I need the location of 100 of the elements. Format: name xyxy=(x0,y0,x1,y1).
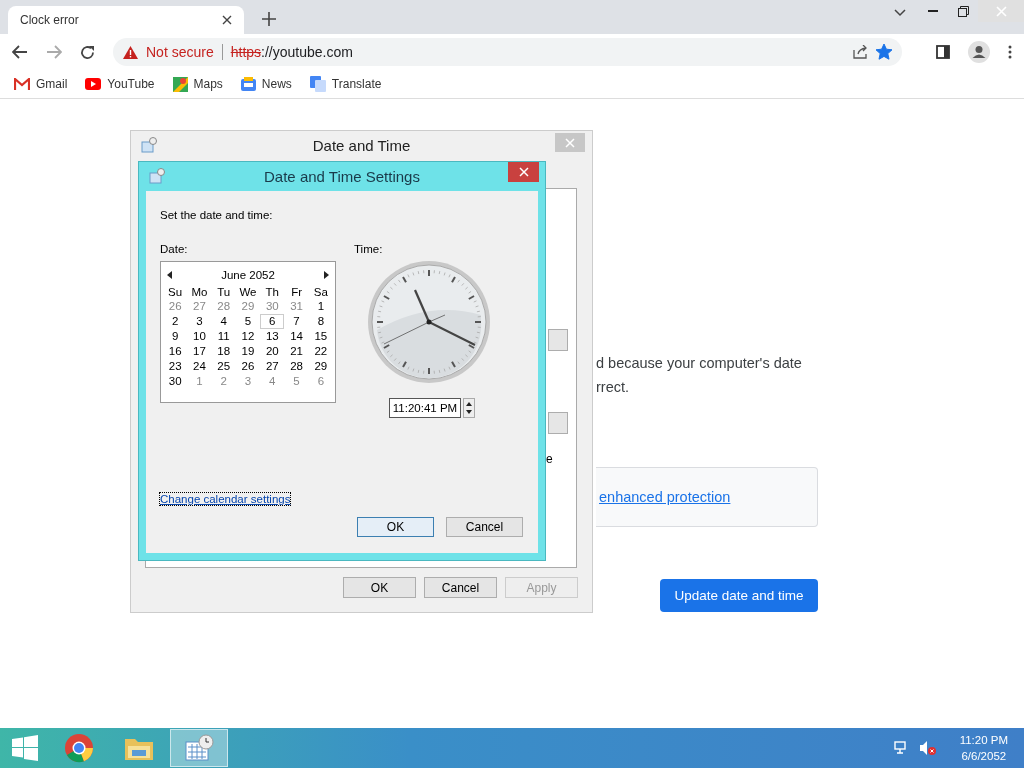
news-icon xyxy=(240,77,256,91)
weekday-label: Mo xyxy=(190,286,209,299)
calendar-day[interactable]: 11 xyxy=(211,329,236,344)
dialog-button[interactable]: Cancel xyxy=(446,517,523,537)
time-field[interactable]: 11:20:41 PM xyxy=(389,398,461,418)
calendar-day[interactable]: 4 xyxy=(211,314,236,329)
calendar-day[interactable]: 5 xyxy=(235,314,261,329)
share-icon[interactable] xyxy=(853,45,868,59)
calendar-day[interactable]: 15 xyxy=(308,329,333,344)
calendar-day[interactable]: 19 xyxy=(235,344,261,359)
calendar-day[interactable]: 18 xyxy=(211,344,236,359)
clock-date[interactable]: 6/6/2052 xyxy=(961,748,1007,764)
error-text: d because your computer's date rrect. xyxy=(596,354,803,397)
profile-icon[interactable] xyxy=(968,41,990,63)
bookmark-link[interactable]: YouTube xyxy=(107,77,155,91)
calendar-day[interactable]: 2 xyxy=(211,374,236,389)
map-icon xyxy=(172,76,188,92)
calendar-day[interactable]: 3 xyxy=(235,374,261,389)
mail-icon xyxy=(14,78,30,90)
calendar-day[interactable]: 20 xyxy=(260,344,285,359)
calendar-day[interactable]: 9 xyxy=(163,329,188,344)
spinner-icon[interactable] xyxy=(463,398,475,418)
back-icon[interactable] xyxy=(12,45,28,59)
menu-icon[interactable] xyxy=(1008,45,1012,59)
calendar-clock-icon xyxy=(184,734,214,762)
window-title: Date and Time xyxy=(312,136,411,154)
security-status: Not secure xyxy=(146,44,214,60)
calendar-day[interactable]: 29 xyxy=(235,299,261,314)
calendar-day[interactable]: 1 xyxy=(308,299,333,314)
calendar-day[interactable]: 2 xyxy=(163,314,188,329)
month-title[interactable]: June 2052 xyxy=(221,269,275,281)
reload-icon[interactable] xyxy=(80,44,95,60)
calendar-day[interactable]: 28 xyxy=(284,359,309,374)
prompt-label: Set the date and time: xyxy=(160,209,273,221)
calendar-day[interactable]: 25 xyxy=(211,359,236,374)
clock-time[interactable]: 11:20 PM xyxy=(959,732,1008,748)
bookmark-link[interactable]: Translate xyxy=(331,77,382,91)
time-label: Time: xyxy=(354,243,383,255)
url-text: https://youtube.com xyxy=(230,44,353,60)
browser-tab[interactable]: Clock error xyxy=(8,6,244,34)
calendar-clock-icon xyxy=(149,168,165,184)
side-panel-icon[interactable] xyxy=(936,45,950,59)
dialog-button[interactable]: OK xyxy=(343,577,416,598)
text-fragment: e xyxy=(546,452,553,466)
calendar-day[interactable]: 6 xyxy=(308,374,333,389)
calendar-day[interactable]: 17 xyxy=(187,344,212,359)
star-icon[interactable] xyxy=(876,44,892,60)
calendar-day[interactable]: 16 xyxy=(163,344,188,359)
window-title: Date and Time Settings xyxy=(264,167,420,185)
calendar-day[interactable]: 3 xyxy=(187,314,212,329)
calendar-day[interactable]: 27 xyxy=(187,299,212,314)
bookmark-link[interactable]: Gmail xyxy=(36,77,68,91)
address-bar[interactable]: Not secure https://youtube.com xyxy=(113,38,902,66)
protection-link[interactable]: enhanced protection xyxy=(599,489,731,505)
calendar-day[interactable]: 22 xyxy=(308,344,333,359)
bookmark-link[interactable]: Maps xyxy=(193,77,223,91)
calendar-day[interactable]: 23 xyxy=(163,359,188,374)
translate-icon xyxy=(309,76,326,92)
calendar-day[interactable]: 13 xyxy=(260,329,285,344)
calendar-day[interactable]: 6 xyxy=(260,314,285,329)
calendar-day[interactable]: 24 xyxy=(187,359,212,374)
warning-icon xyxy=(123,45,138,59)
calendar-day[interactable]: 28 xyxy=(211,299,236,314)
weekday-label: Sa xyxy=(312,286,329,299)
dialog-button[interactable]: OK xyxy=(357,517,434,537)
next-icon[interactable] xyxy=(324,271,329,279)
calendar-day[interactable]: 27 xyxy=(260,359,285,374)
calendar-day[interactable]: 5 xyxy=(284,374,309,389)
calendar-day[interactable]: 29 xyxy=(308,359,333,374)
calendar-day[interactable]: 14 xyxy=(284,329,309,344)
calendar-day[interactable]: 10 xyxy=(187,329,212,344)
calendar-day[interactable]: 30 xyxy=(163,374,188,389)
bookmark-link[interactable]: News xyxy=(261,77,292,91)
calendar-day[interactable]: 7 xyxy=(284,314,309,329)
calendar-day[interactable]: 31 xyxy=(284,299,309,314)
chevron-down-icon[interactable] xyxy=(894,9,906,17)
update-date-time-button[interactable]: Update date and time xyxy=(660,579,818,612)
calendar-day[interactable]: 21 xyxy=(284,344,309,359)
close-button[interactable] xyxy=(508,162,539,182)
calendar-day[interactable]: 8 xyxy=(308,314,333,329)
calendar-day[interactable]: 1 xyxy=(187,374,212,389)
new-tab-icon[interactable] xyxy=(262,12,276,26)
play-icon xyxy=(85,78,102,90)
windows-icon[interactable] xyxy=(12,735,38,761)
calendar-day[interactable]: 26 xyxy=(163,299,188,314)
browser-icon xyxy=(64,733,94,763)
calendar-settings-link[interactable]: Change calendar settings xyxy=(160,493,291,505)
restore-icon[interactable] xyxy=(957,5,969,17)
taskbar-app[interactable] xyxy=(170,729,228,767)
calendar-day[interactable]: 30 xyxy=(260,299,285,314)
dialog-button[interactable]: Cancel xyxy=(424,577,497,598)
calendar-day[interactable]: 12 xyxy=(235,329,261,344)
close-icon[interactable] xyxy=(222,15,232,25)
calendar-day[interactable]: 4 xyxy=(260,374,285,389)
weekday-label: Su xyxy=(167,286,184,299)
previous-icon[interactable] xyxy=(167,271,172,279)
weekday-label: Tu xyxy=(216,286,232,299)
muted-speaker-icon[interactable] xyxy=(919,741,936,755)
calendar-day[interactable]: 26 xyxy=(235,359,261,374)
weekday-label: We xyxy=(238,286,258,299)
